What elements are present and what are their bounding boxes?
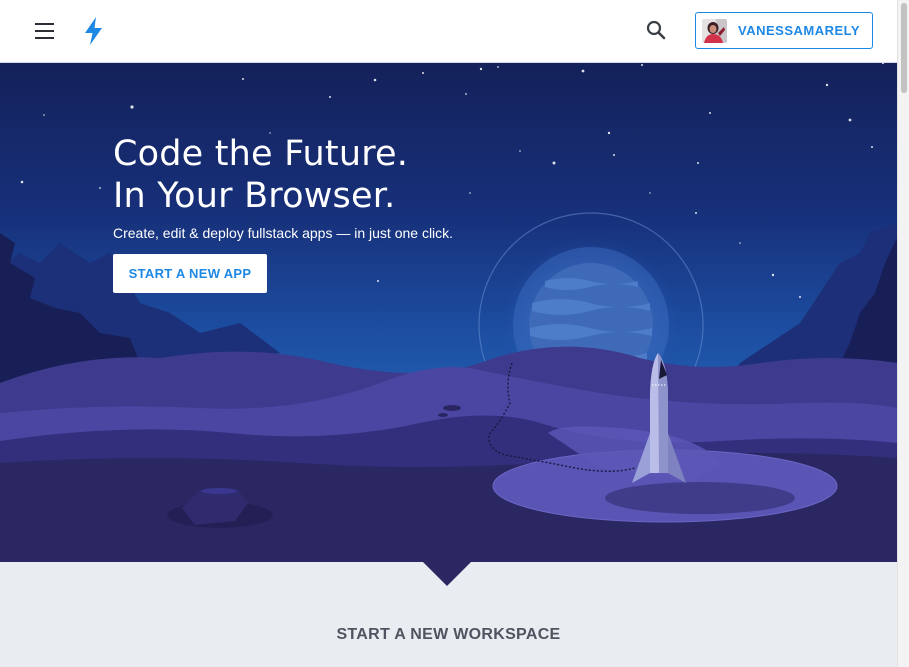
scrollbar-thumb[interactable]: [901, 3, 907, 93]
menu-icon[interactable]: [30, 18, 60, 44]
hero-title: Code the Future. In Your Browser.: [113, 133, 408, 217]
hero-title-line-1: Code the Future.: [113, 134, 409, 174]
user-name: VANESSAMARELY: [738, 23, 861, 38]
hero-banner: Code the Future. In Your Browser. Create…: [0, 63, 897, 562]
user-account-button[interactable]: VANESSAMARELY: [695, 12, 873, 49]
user-avatar: [702, 19, 727, 43]
search-icon[interactable]: [643, 17, 671, 45]
lightning-bolt-icon[interactable]: [82, 16, 106, 46]
start-new-app-button[interactable]: START A NEW APP: [113, 254, 267, 293]
top-bar: VANESSAMARELY: [0, 0, 897, 63]
page-scrollbar[interactable]: [897, 0, 909, 667]
app-root: VANESSAMARELY Code the Future. In Your B…: [0, 0, 909, 667]
hero-subtitle: Create, edit & deploy fullstack apps — i…: [113, 225, 454, 241]
hero-title-line-2: In Your Browser.: [113, 176, 396, 216]
section-title: START A NEW WORKSPACE: [336, 626, 561, 643]
section-pointer: [423, 562, 471, 586]
